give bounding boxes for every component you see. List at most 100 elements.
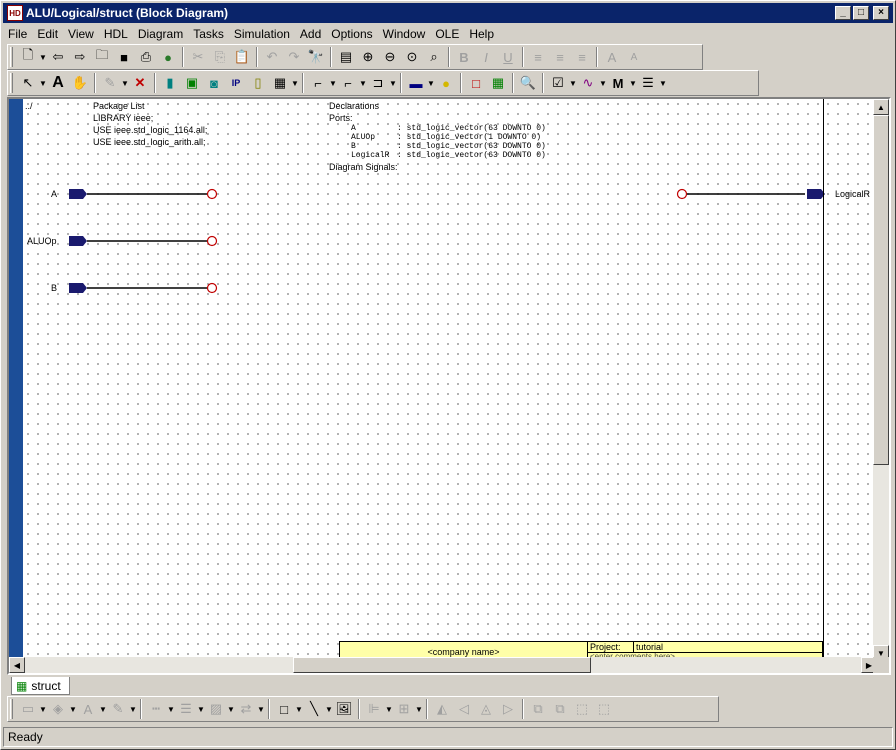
menu-edit[interactable]: Edit (32, 27, 63, 41)
folder-up-icon[interactable]: 🗀 (91, 46, 113, 68)
signal-dropdown-icon[interactable]: ▼ (329, 79, 337, 88)
menu-simulation[interactable]: Simulation (229, 27, 295, 41)
globe-icon[interactable]: ● (157, 46, 179, 68)
pattern-icon[interactable]: ▨ (205, 698, 227, 720)
port-dropdown-icon[interactable]: ▼ (427, 79, 435, 88)
menu-tasks[interactable]: Tasks (188, 27, 229, 41)
line-width-dropdown-icon[interactable]: ▼ (197, 705, 205, 714)
menu-file[interactable]: File (3, 27, 32, 41)
arrow-style-icon[interactable]: ⇄ (235, 698, 257, 720)
fill-dropdown-icon[interactable]: ▼ (69, 705, 77, 714)
send-back-icon[interactable]: ⧉ (549, 698, 571, 720)
align-right-icon[interactable]: ≡ (571, 46, 593, 68)
simulate-dropdown-icon[interactable]: ▼ (599, 79, 607, 88)
menu-help[interactable]: Help (464, 27, 499, 41)
align-center-icon[interactable]: ≡ (549, 46, 571, 68)
frame-dropdown-icon[interactable]: ▼ (291, 79, 299, 88)
menu-options[interactable]: Options (326, 27, 377, 41)
save-icon[interactable]: ■ (113, 46, 135, 68)
bus-dropdown-icon[interactable]: ▼ (359, 79, 367, 88)
insert-image-icon[interactable]: 🖼 (333, 698, 355, 720)
pan-hand-icon[interactable]: ✋ (69, 72, 91, 94)
text-color-dropdown-icon[interactable]: ▼ (99, 705, 107, 714)
modelsim-icon[interactable]: M (607, 72, 629, 94)
shape-icon[interactable]: ▭ (17, 698, 39, 720)
toolbar-grip[interactable] (10, 47, 13, 67)
checklist-dropdown-icon[interactable]: ▼ (569, 79, 577, 88)
text-tool-icon[interactable]: A (47, 72, 69, 94)
bring-front-icon[interactable]: ⧉ (527, 698, 549, 720)
output-port-logicalr[interactable] (675, 187, 825, 201)
select-dropdown-icon[interactable]: ▼ (39, 79, 47, 88)
declarations-heading[interactable]: Declarations (329, 101, 379, 111)
line-color-icon[interactable]: ✎ (107, 698, 129, 720)
menu-window[interactable]: Window (378, 27, 431, 41)
select-arrow-icon[interactable]: ↖ (17, 72, 39, 94)
close-button[interactable]: × (873, 6, 889, 20)
fill-color-icon[interactable]: ◈ (47, 698, 69, 720)
text-color-icon[interactable]: A (77, 698, 99, 720)
arrow-style-dropdown-icon[interactable]: ▼ (257, 705, 265, 714)
shape-dropdown-icon[interactable]: ▼ (39, 705, 47, 714)
scroll-up-icon[interactable]: ▲ (873, 99, 889, 115)
synthesis-icon[interactable]: ☰ (637, 72, 659, 94)
font-grow-icon[interactable]: A (601, 46, 623, 68)
line-style-icon[interactable]: ┅ (145, 698, 167, 720)
line-style-dropdown-icon[interactable]: ▼ (167, 705, 175, 714)
rotate-left-icon[interactable]: ◁ (453, 698, 475, 720)
pattern-dropdown-icon[interactable]: ▼ (227, 705, 235, 714)
zoom-fit-icon[interactable]: ⊙ (401, 46, 423, 68)
italic-icon[interactable]: I (475, 46, 497, 68)
properties-icon[interactable]: ▤ (335, 46, 357, 68)
distribute-icon[interactable]: ⊞ (393, 698, 415, 720)
horizontal-scroll-thumb[interactable] (293, 657, 591, 673)
print-icon[interactable]: ⎙ (135, 46, 157, 68)
redo-icon[interactable]: ↷ (283, 46, 305, 68)
font-shrink-icon[interactable]: A (623, 46, 645, 68)
block-icon[interactable]: ▮ (159, 72, 181, 94)
pen-dropdown-icon[interactable]: ▼ (121, 79, 129, 88)
bundle-dropdown-icon[interactable]: ▼ (389, 79, 397, 88)
tab-struct[interactable]: ▦ struct (11, 677, 70, 695)
checklist-icon[interactable]: ☑ (547, 72, 569, 94)
line-width-icon[interactable]: ☰ (175, 698, 197, 720)
package-line[interactable]: USE ieee.std_logic_arith.all; (93, 137, 206, 147)
menu-diagram[interactable]: Diagram (133, 27, 188, 41)
forward-icon[interactable]: ⇨ (69, 46, 91, 68)
signal-icon[interactable]: ⌐ (307, 72, 329, 94)
vertical-scroll-thumb[interactable] (873, 115, 889, 465)
align-icon[interactable]: ⊫ (363, 698, 385, 720)
bus-icon[interactable]: ⌐ (337, 72, 359, 94)
input-port-b[interactable] (69, 281, 219, 295)
flip-horizontal-icon[interactable]: ◭ (431, 698, 453, 720)
delete-connection-icon[interactable]: ✕ (129, 72, 151, 94)
project-value[interactable]: tutorial (634, 642, 822, 653)
input-port-a[interactable] (69, 187, 219, 201)
back-icon[interactable]: ⇦ (47, 46, 69, 68)
rectangle-icon[interactable]: □ (465, 72, 487, 94)
copy-icon[interactable]: ⎘ (209, 46, 231, 68)
frame-icon[interactable]: ▦ (269, 72, 291, 94)
distribute-dropdown-icon[interactable]: ▼ (415, 705, 423, 714)
pen-icon[interactable]: ✎ (99, 72, 121, 94)
toolbar-grip-3[interactable] (10, 699, 13, 719)
scroll-left-icon[interactable]: ◀ (9, 657, 25, 673)
bundle-icon[interactable]: ⊐ (367, 72, 389, 94)
new-icon[interactable]: 🗋 (17, 46, 39, 68)
minimize-button[interactable]: _ (835, 6, 851, 20)
paste-icon[interactable]: 📋 (231, 46, 253, 68)
flip-vertical-icon[interactable]: ◬ (475, 698, 497, 720)
table-icon[interactable]: ▦ (487, 72, 509, 94)
find-icon[interactable]: 🔭 (305, 46, 327, 68)
align-dropdown-icon[interactable]: ▼ (385, 705, 393, 714)
embedded-block-icon[interactable]: ◙ (203, 72, 225, 94)
menu-view[interactable]: View (63, 27, 99, 41)
draw-rectangle-dropdown-icon[interactable]: ▼ (295, 705, 303, 714)
toolbar-grip-2[interactable] (10, 73, 13, 93)
underline-icon[interactable]: U (497, 46, 519, 68)
zoom-out-icon[interactable]: ⊖ (379, 46, 401, 68)
undo-icon[interactable]: ↶ (261, 46, 283, 68)
bus-ripper-icon[interactable]: ● (435, 72, 457, 94)
port-icon[interactable]: ▬ (405, 72, 427, 94)
input-port-aluop[interactable] (69, 234, 219, 248)
